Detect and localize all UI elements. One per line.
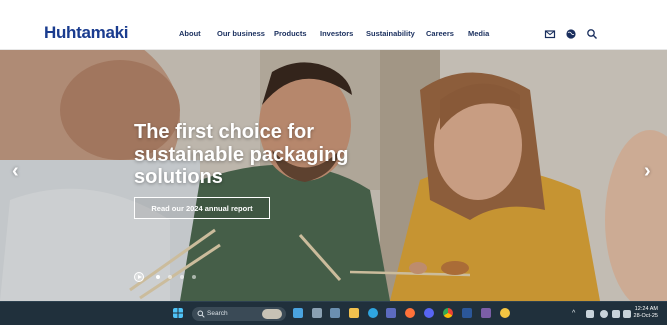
search-placeholder: Search xyxy=(207,310,228,317)
file-explorer-icon[interactable] xyxy=(349,308,359,318)
tray-app-icon[interactable] xyxy=(586,310,594,318)
carousel-prev-arrow[interactable]: ‹ xyxy=(12,160,19,183)
carousel-dot-1[interactable] xyxy=(156,275,160,279)
chrome-icon[interactable] xyxy=(443,308,453,318)
app-icon[interactable] xyxy=(481,308,491,318)
search-highlight-image xyxy=(262,309,282,319)
clock-date: 28-Oct-25 xyxy=(633,313,658,319)
app-icon[interactable] xyxy=(330,308,340,318)
store-icon[interactable] xyxy=(386,308,396,318)
carousel-dot-4[interactable] xyxy=(192,275,196,279)
nav-media[interactable]: Media xyxy=(468,29,489,38)
mail-icon[interactable] xyxy=(544,28,556,40)
search-icon[interactable] xyxy=(586,28,598,40)
taskbar-clock[interactable]: 12:24 AM 28-Oct-25 xyxy=(634,306,658,320)
carousel-dot-3[interactable] xyxy=(180,275,184,279)
discord-icon[interactable] xyxy=(424,308,434,318)
carousel-dot-2[interactable] xyxy=(168,275,172,279)
nav-our-business[interactable]: Our business xyxy=(217,29,265,38)
carousel-pagination xyxy=(134,272,224,282)
clock-time: 12:24 AM xyxy=(634,306,658,312)
hero-carousel: The first choice for sustainable packagi… xyxy=(0,50,667,301)
wifi-icon[interactable] xyxy=(600,310,608,318)
globe-icon[interactable] xyxy=(565,28,577,40)
task-view-icon[interactable] xyxy=(293,308,303,318)
nav-investors[interactable]: Investors xyxy=(320,29,353,38)
nav-products[interactable]: Products xyxy=(274,29,307,38)
site-header: Huhtamaki About Our business Products In… xyxy=(0,0,667,50)
firefox-icon[interactable] xyxy=(405,308,415,318)
windows-taskbar: Search ^ 12:24 AM 28-Oct-25 xyxy=(0,301,667,325)
battery-icon[interactable] xyxy=(623,310,631,318)
search-icon xyxy=(197,310,205,318)
edge-icon[interactable] xyxy=(368,308,378,318)
carousel-play-button[interactable] xyxy=(134,272,144,282)
nav-careers[interactable]: Careers xyxy=(426,29,454,38)
windows-start-icon[interactable] xyxy=(173,308,183,318)
nav-sustainability[interactable]: Sustainability xyxy=(366,29,415,38)
hero-headline: The first choice for sustainable packagi… xyxy=(134,121,349,188)
word-icon[interactable] xyxy=(462,308,472,318)
annual-report-button[interactable]: Read our 2024 annual report xyxy=(134,197,270,219)
volume-icon[interactable] xyxy=(612,310,620,318)
carousel-next-arrow[interactable]: › xyxy=(644,160,651,183)
nav-about[interactable]: About xyxy=(179,29,201,38)
widgets-icon[interactable] xyxy=(312,308,322,318)
tray-chevron-icon[interactable]: ^ xyxy=(572,310,575,317)
taskbar-search[interactable]: Search xyxy=(192,307,286,321)
app-icon[interactable] xyxy=(500,308,510,318)
